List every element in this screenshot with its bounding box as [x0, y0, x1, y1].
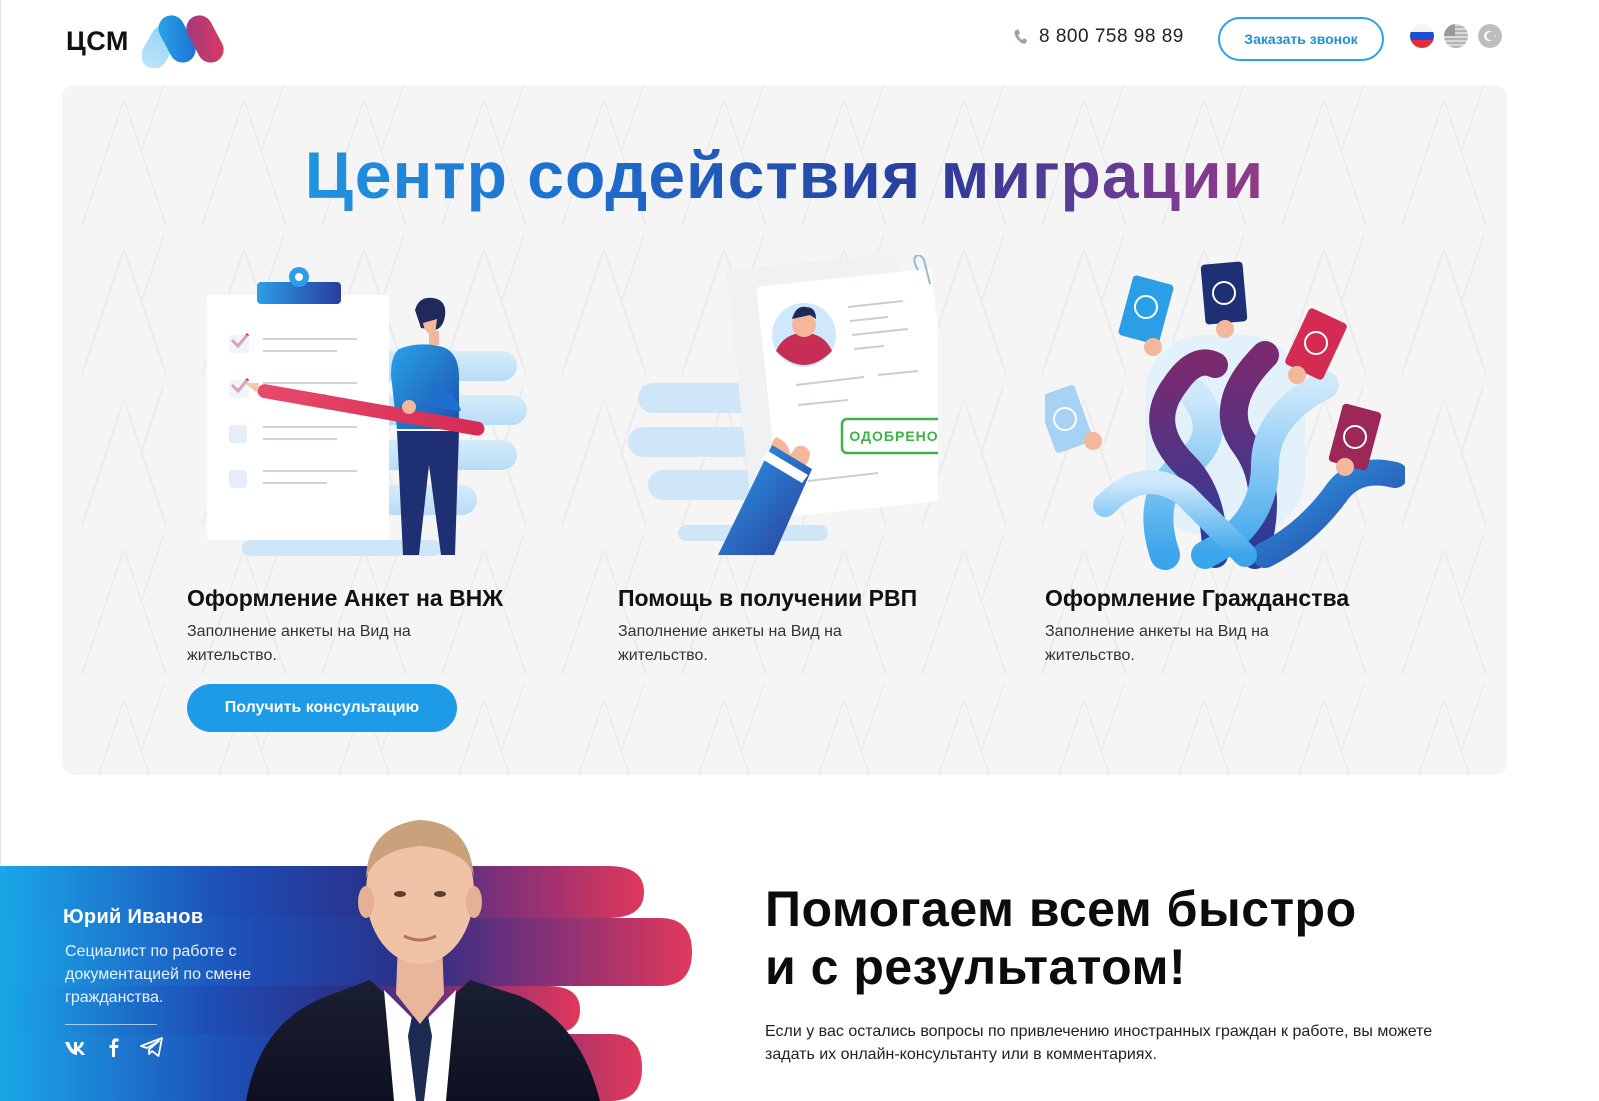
- agent-section: Юрий Иванов Сециалист по работе с докуме…: [0, 790, 1599, 1101]
- card-desc-citizenship: Заполнение анкеты на Вид на жительство.: [1045, 623, 1269, 664]
- promo-headline-line2: и с результатом!: [765, 939, 1187, 995]
- clipboard-person-illustration: [207, 267, 527, 556]
- card-desc-residence: Заполнение анкеты на Вид на жительство.: [187, 623, 411, 664]
- site-header: ЦСМ 8 800 758 98 89 Заказать звонок: [0, 0, 1599, 85]
- promo-text: Если у вас остались вопросы по привлечен…: [765, 1023, 1433, 1063]
- hero-title: Центр содействия миграции: [62, 137, 1507, 213]
- agent-socials: [64, 1036, 164, 1058]
- lang-tr-flag-icon[interactable]: [1478, 24, 1502, 48]
- hero-section: Центр содействия миграции Оформление Анк…: [62, 85, 1507, 775]
- get-consultation-button[interactable]: Получить консультацию: [187, 684, 457, 732]
- lang-ru-flag-icon[interactable]: [1410, 24, 1434, 48]
- vk-icon[interactable]: [64, 1036, 88, 1058]
- agent-role: Сециалист по работе с документацией по с…: [65, 943, 252, 1006]
- phone-icon: [1014, 29, 1027, 44]
- logo-icon[interactable]: [142, 10, 232, 68]
- card-title-residence: Оформление Анкет на ВНЖ: [187, 585, 504, 611]
- promo-headline-line1: Помогаем всем быстро: [765, 881, 1357, 937]
- promo-headline: Помогаем всем быстро и с результатом!: [765, 880, 1357, 996]
- phone-number[interactable]: 8 800 758 98 89: [1039, 26, 1184, 48]
- approved-document-illustration: ОДОБРЕНО: [628, 255, 938, 555]
- approved-stamp-text: ОДОБРЕНО: [849, 428, 938, 444]
- agent-divider: [65, 1024, 157, 1025]
- telegram-icon[interactable]: [140, 1036, 164, 1058]
- card-title-citizenship: Оформление Гражданства: [1045, 585, 1350, 611]
- phone-contact[interactable]: 8 800 758 98 89: [1013, 25, 1184, 49]
- facebook-icon[interactable]: [102, 1036, 126, 1058]
- passports-hands-illustration: [1045, 261, 1405, 570]
- card-title-rvp: Помощь в получении РВП: [618, 585, 918, 611]
- logo-text[interactable]: ЦСМ: [66, 26, 129, 57]
- request-call-button[interactable]: Заказать звонок: [1218, 17, 1384, 61]
- lang-us-flag-icon[interactable]: [1444, 24, 1468, 48]
- card-desc-rvp: Заполнение анкеты на Вид на жительство.: [618, 623, 842, 664]
- agent-name: Юрий Иванов: [63, 906, 204, 928]
